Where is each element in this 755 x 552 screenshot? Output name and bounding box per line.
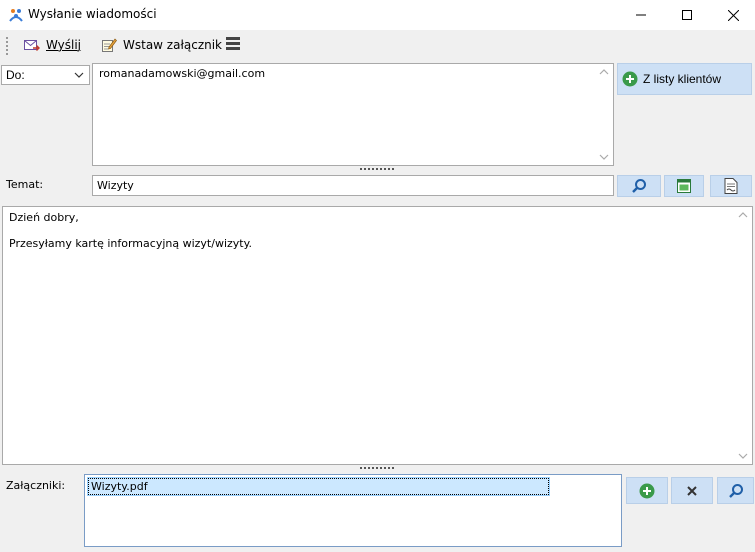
template-grid-icon (677, 179, 691, 193)
send-button[interactable]: Wyślij (23, 35, 81, 55)
body-scrollbar[interactable] (735, 207, 752, 464)
minimize-button[interactable] (618, 0, 664, 30)
to-textarea[interactable]: romanadamowski@gmail.com (92, 63, 614, 166)
menu-hamburger-icon[interactable] (226, 37, 240, 53)
attachments-label: Załączniki: (6, 479, 66, 492)
subject-label: Temat: (6, 178, 43, 191)
subject-document-button[interactable] (710, 175, 752, 197)
add-attachment-button[interactable] (626, 477, 668, 504)
message-body-textarea[interactable]: Dzień dobry, Przesyłamy kartę informacyj… (2, 206, 753, 465)
document-icon (724, 178, 738, 194)
attach-button[interactable]: Wstaw załącznik (101, 35, 222, 55)
body-splitter[interactable] (360, 467, 394, 471)
subject-label-text: Temat: (6, 178, 44, 191)
body-greeting: Dzień dobry, (9, 211, 79, 224)
window-title: Wysłanie wiadomości (28, 7, 157, 21)
send-envelope-icon (24, 40, 40, 51)
search-icon (728, 483, 743, 498)
subject-input[interactable]: Wizyty (92, 175, 614, 196)
remove-attachment-button[interactable] (671, 477, 713, 504)
subject-search-button[interactable] (617, 175, 661, 197)
maximize-button[interactable] (664, 0, 710, 30)
scroll-up-icon[interactable] (738, 211, 748, 219)
scroll-down-icon[interactable] (599, 153, 609, 161)
to-scrollbar[interactable] (596, 64, 613, 165)
add-circle-icon (639, 483, 655, 498)
scroll-up-icon[interactable] (599, 68, 609, 76)
close-button[interactable] (710, 0, 755, 30)
chevron-down-icon (74, 72, 84, 78)
recipient-type-select[interactable]: Do: (1, 65, 90, 85)
add-circle-icon (622, 71, 638, 87)
preview-attachment-button[interactable] (717, 477, 754, 504)
maximize-icon (682, 10, 692, 20)
search-icon (632, 179, 646, 193)
note-pencil-icon (102, 38, 117, 52)
close-icon (727, 9, 739, 21)
scroll-down-icon[interactable] (738, 452, 748, 460)
toolbar-grip[interactable] (6, 37, 8, 55)
attach-label: Wstaw załącznik (123, 38, 223, 52)
to-value: romanadamowski@gmail.com (99, 67, 266, 80)
minimize-icon (636, 14, 646, 16)
from-clients-button[interactable]: Z listy klientów (617, 63, 752, 95)
attachments-list[interactable]: Wizyty.pdf (84, 474, 622, 547)
subject-template-button[interactable] (664, 175, 704, 197)
body-text: Przesyłamy kartę informacyjną wizyt/wizy… (9, 237, 253, 250)
recipient-type-value: Do: (6, 68, 25, 82)
attachment-item[interactable]: Wizyty.pdf (87, 477, 550, 496)
to-splitter[interactable] (360, 168, 394, 172)
send-label: Wyślij (46, 38, 82, 52)
app-icon (8, 7, 24, 23)
remove-x-icon (687, 485, 697, 496)
from-clients-label: Z listy klientów (643, 72, 722, 86)
